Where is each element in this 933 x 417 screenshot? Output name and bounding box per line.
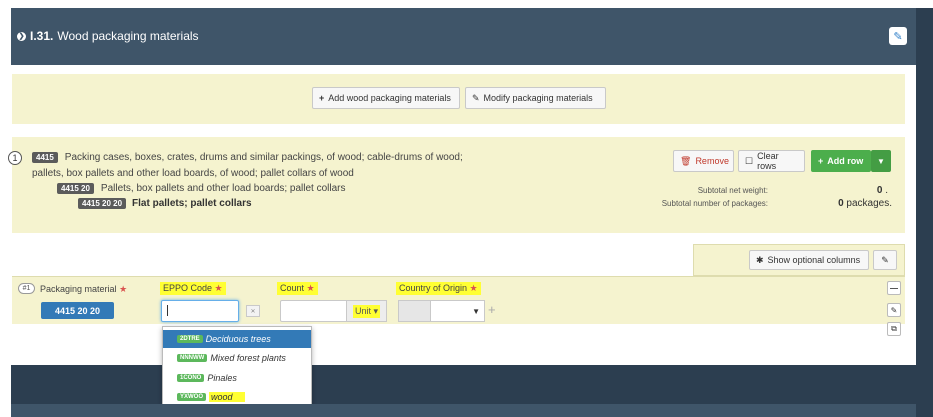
unit-label-text: Unit <box>354 305 371 316</box>
subtotal-packages-label: Subtotal number of packages: <box>661 199 768 208</box>
copy-icon: ⧉ <box>891 324 897 333</box>
eppo-clear-button[interactable]: ✕ <box>246 305 260 317</box>
pencil-icon: ✎ <box>890 305 898 315</box>
edit-icon: ✎ <box>881 254 889 265</box>
clear-rows-label: Clear rows <box>757 151 779 171</box>
add-row-label: Add row <box>827 156 864 166</box>
minus-icon: — <box>890 283 898 293</box>
next-panel-header <box>11 404 916 417</box>
caret-down-icon: ▼ <box>877 156 885 166</box>
eppo-code-input[interactable] <box>161 300 239 322</box>
eppo-code-badge: NNNWW <box>177 354 208 362</box>
option-name: Pinales <box>207 373 237 383</box>
eppo-autocomplete-dropdown: 2DTRE Deciduous trees NNNWW Mixed forest… <box>162 326 312 408</box>
commodity-line-2: pallets, box pallets and other load boar… <box>32 168 354 179</box>
edit-section-button[interactable]: ✎ <box>889 27 907 45</box>
country-code-box[interactable] <box>398 300 431 322</box>
commodity-line-1-text: Packing cases, boxes, crates, drums and … <box>64 152 463 163</box>
remove-button[interactable]: 🗑 Remove <box>673 150 734 172</box>
unit-dropdown[interactable]: Unit ▾ <box>346 300 387 322</box>
asterisk-icon: ✱ <box>756 254 764 265</box>
code-badge: 4415 <box>32 152 58 163</box>
required-star-icon: ★ <box>214 283 223 293</box>
packaging-material-badge: 4415 20 20 <box>41 302 114 319</box>
option-name: Deciduous trees <box>205 334 271 344</box>
panel-title[interactable]: ❯ I.31. Wood packaging materials <box>17 29 199 43</box>
required-star-icon: ★ <box>469 283 478 293</box>
panel-title-text: Wood packaging materials <box>57 29 199 43</box>
modify-packaging-button[interactable]: ✎ Modify packaging materials <box>465 87 606 109</box>
checkbox-icon: ☐ <box>745 155 754 166</box>
eppo-code-badge: 1CONO <box>177 374 205 382</box>
close-icon: ✕ <box>250 308 256 315</box>
eppo-code-badge: 2DTRE <box>177 335 203 343</box>
add-wood-packaging-label: Add wood packaging materials <box>328 93 451 103</box>
show-optional-columns-label: Show optional columns <box>767 255 861 265</box>
edit-row-button[interactable]: ✎ <box>887 303 901 317</box>
required-star-icon: ★ <box>306 283 315 293</box>
commodity-row-number: 1 <box>8 151 22 165</box>
country-of-origin-label: Country of Origin ★ <box>396 282 481 295</box>
add-wood-packaging-button[interactable]: + Add wood packaging materials <box>312 87 460 109</box>
remove-label: Remove <box>695 156 729 166</box>
plus-icon: + <box>818 156 824 166</box>
copy-row-button[interactable]: ⧉ <box>887 322 901 336</box>
subtotal-weight-unit: . <box>885 185 888 196</box>
subtotal-packages-number: 0 <box>838 198 844 209</box>
edit-icon: ✎ <box>893 30 903 43</box>
dropdown-option[interactable]: 2DTRE Deciduous trees <box>163 330 311 348</box>
add-country-icon[interactable]: + <box>488 302 496 317</box>
commodity-line-3-text: Pallets, box pallets and other load boar… <box>100 183 346 194</box>
count-label-text: Count <box>280 283 305 293</box>
commodity-line-1: 4415 Packing cases, boxes, crates, drums… <box>32 152 463 163</box>
count-label: Count ★ <box>277 282 318 295</box>
show-optional-columns-button[interactable]: ✱ Show optional columns <box>749 250 869 270</box>
eppo-code-label-text: EPPO Code <box>163 283 213 293</box>
plus-icon: + <box>319 93 325 103</box>
dropdown-option[interactable]: NNNWW Mixed forest plants <box>163 349 311 367</box>
remove-row-button[interactable]: — <box>887 281 901 295</box>
commodity-line-3: 4415 20 Pallets, box pallets and other l… <box>57 183 346 194</box>
trash-icon: 🗑 <box>680 155 692 166</box>
dropdown-option[interactable]: 1CONO Pinales <box>163 369 311 387</box>
edit-columns-button[interactable]: ✎ <box>873 250 897 270</box>
modify-packaging-label: Modify packaging materials <box>483 93 593 103</box>
row-tag: #1 <box>18 283 35 294</box>
eppo-code-label: EPPO Code ★ <box>160 282 226 295</box>
top-margin <box>11 0 933 8</box>
packaging-material-label: Packaging material ★ <box>40 284 127 295</box>
country-of-origin-label-text: Country of Origin <box>399 283 468 293</box>
text-cursor <box>167 305 168 316</box>
subtotal-weight-value: 0 . <box>838 185 888 196</box>
code-badge: 4415 20 <box>57 183 94 194</box>
eppo-code-badge: YXWOO <box>177 393 207 401</box>
pencil-icon: ✎ <box>472 92 480 103</box>
unit-dropdown-label: Unit ▾ <box>352 304 381 318</box>
packaging-material-label-text: Packaging material <box>40 284 117 294</box>
option-name: Mixed forest plants <box>210 353 286 363</box>
panel-title-code: I.31. <box>30 29 54 43</box>
subtotal-weight-label: Subtotal net weight: <box>697 186 768 195</box>
left-margin <box>0 0 11 417</box>
option-name: wood <box>209 392 245 402</box>
subtotal-weight-number: 0 <box>876 185 883 196</box>
add-row-button[interactable]: + Add row <box>811 150 871 172</box>
country-of-origin-select[interactable]: ▼ <box>430 300 485 322</box>
count-input[interactable] <box>280 300 347 322</box>
chevron-right-icon: ❯ <box>17 31 26 41</box>
chevron-down-icon: ▼ <box>472 306 480 316</box>
commodity-line-4: 4415 20 20 Flat pallets; pallet collars <box>78 198 252 209</box>
subtotal-packages-unit: packages. <box>846 198 892 209</box>
code-badge: 4415 20 20 <box>78 198 127 209</box>
caret-down-icon: ▾ <box>373 305 379 316</box>
subtotal-packages-value: 0 packages. <box>780 198 892 209</box>
add-row-dropdown-toggle[interactable]: ▼ <box>871 150 891 172</box>
clear-rows-button[interactable]: ☐ Clear rows <box>738 150 805 172</box>
commodity-line-4-text: Flat pallets; pallet collars <box>132 198 252 209</box>
required-star-icon: ★ <box>119 284 128 294</box>
